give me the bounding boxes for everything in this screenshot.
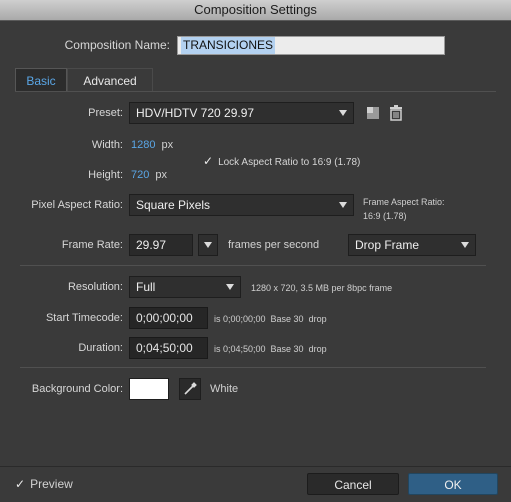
start-timecode-input[interactable]: 0;00;00;00 (129, 307, 208, 329)
start-timecode-info: is 0;00;00;00 Base 30 drop (214, 314, 327, 324)
composition-name-label: Composition Name: (64, 38, 170, 52)
cancel-button[interactable]: Cancel (307, 473, 399, 495)
preset-value: HDV/HDTV 720 29.97 (136, 106, 255, 120)
duration-info: is 0;04;50;00 Base 30 drop (214, 344, 327, 354)
save-preset-icon[interactable] (366, 106, 380, 120)
tab-advanced[interactable]: Advanced (67, 68, 153, 92)
resolution-label: Resolution: (67, 281, 123, 293)
preset-label: Preset: (88, 107, 123, 119)
background-color-swatch[interactable] (129, 378, 169, 400)
resolution-dropdown[interactable]: Full (129, 276, 241, 298)
preview-label: Preview (30, 477, 73, 491)
lock-aspect-checkbox[interactable]: ✓ Lock Aspect Ratio to 16:9 (1.78) (203, 154, 360, 168)
start-timecode-value: 0;00;00;00 (136, 311, 193, 325)
lock-aspect-label: Lock Aspect Ratio to 16:9 (1.78) (218, 157, 361, 168)
pixel-aspect-label: Pixel Aspect Ratio: (31, 199, 123, 211)
ok-button[interactable]: OK (408, 473, 498, 495)
tab-divider (15, 91, 496, 92)
frame-aspect-value: 16:9 (1.78) (363, 211, 407, 221)
section-divider (20, 265, 486, 266)
drop-frame-dropdown[interactable]: Drop Frame (348, 234, 476, 256)
duration-input[interactable]: 0;04;50;00 (129, 337, 208, 359)
footer-divider (0, 466, 511, 467)
preset-dropdown[interactable]: HDV/HDTV 720 29.97 (129, 102, 354, 124)
composition-name-value: TRANSICIONES (181, 37, 276, 54)
duration-label: Duration: (78, 342, 123, 354)
frame-rate-unit: frames per second (228, 239, 320, 251)
eyedropper-button[interactable] (179, 378, 201, 400)
tab-basic[interactable]: Basic (15, 68, 67, 92)
height-field[interactable]: 720 px (131, 169, 167, 181)
start-timecode-label: Start Timecode: (45, 312, 123, 324)
width-label: Width: (91, 139, 123, 151)
drop-frame-value: Drop Frame (355, 238, 420, 252)
tab-bar: Basic Advanced (15, 68, 496, 92)
chevron-down-icon (204, 242, 212, 248)
chevron-down-icon (339, 202, 347, 208)
checkmark-icon: ✓ (203, 154, 214, 168)
eyedropper-icon (184, 382, 197, 395)
frame-rate-label: Frame Rate: (61, 239, 123, 251)
chevron-down-icon (226, 284, 234, 290)
chevron-down-icon (461, 242, 469, 248)
resolution-value: Full (136, 280, 156, 294)
frame-aspect-label: Frame Aspect Ratio: (363, 197, 445, 207)
frame-rate-value: 29.97 (136, 238, 167, 252)
height-value: 720 (131, 169, 150, 181)
checkmark-icon: ✓ (15, 477, 26, 491)
height-label: Height: (88, 169, 123, 181)
frame-rate-dropdown[interactable] (198, 234, 218, 256)
background-color-name: White (210, 383, 239, 395)
duration-value: 0;04;50;00 (136, 341, 193, 355)
pixel-aspect-dropdown[interactable]: Square Pixels (129, 194, 354, 216)
width-unit: px (161, 139, 174, 151)
width-field[interactable]: 1280 px (131, 139, 173, 151)
preview-checkbox[interactable]: ✓ Preview (15, 477, 73, 491)
trash-icon[interactable] (389, 105, 403, 121)
window-title: Composition Settings (0, 0, 511, 21)
resolution-info: 1280 x 720, 3.5 MB per 8bpc frame (251, 283, 393, 293)
section-divider (20, 367, 486, 368)
chevron-down-icon (339, 110, 347, 116)
background-color-label: Background Color: (31, 383, 123, 395)
composition-name-input[interactable]: TRANSICIONES (177, 36, 445, 55)
width-value: 1280 (131, 139, 156, 151)
frame-rate-input[interactable]: 29.97 (129, 234, 193, 256)
pixel-aspect-value: Square Pixels (136, 198, 211, 212)
height-unit: px (155, 169, 168, 181)
